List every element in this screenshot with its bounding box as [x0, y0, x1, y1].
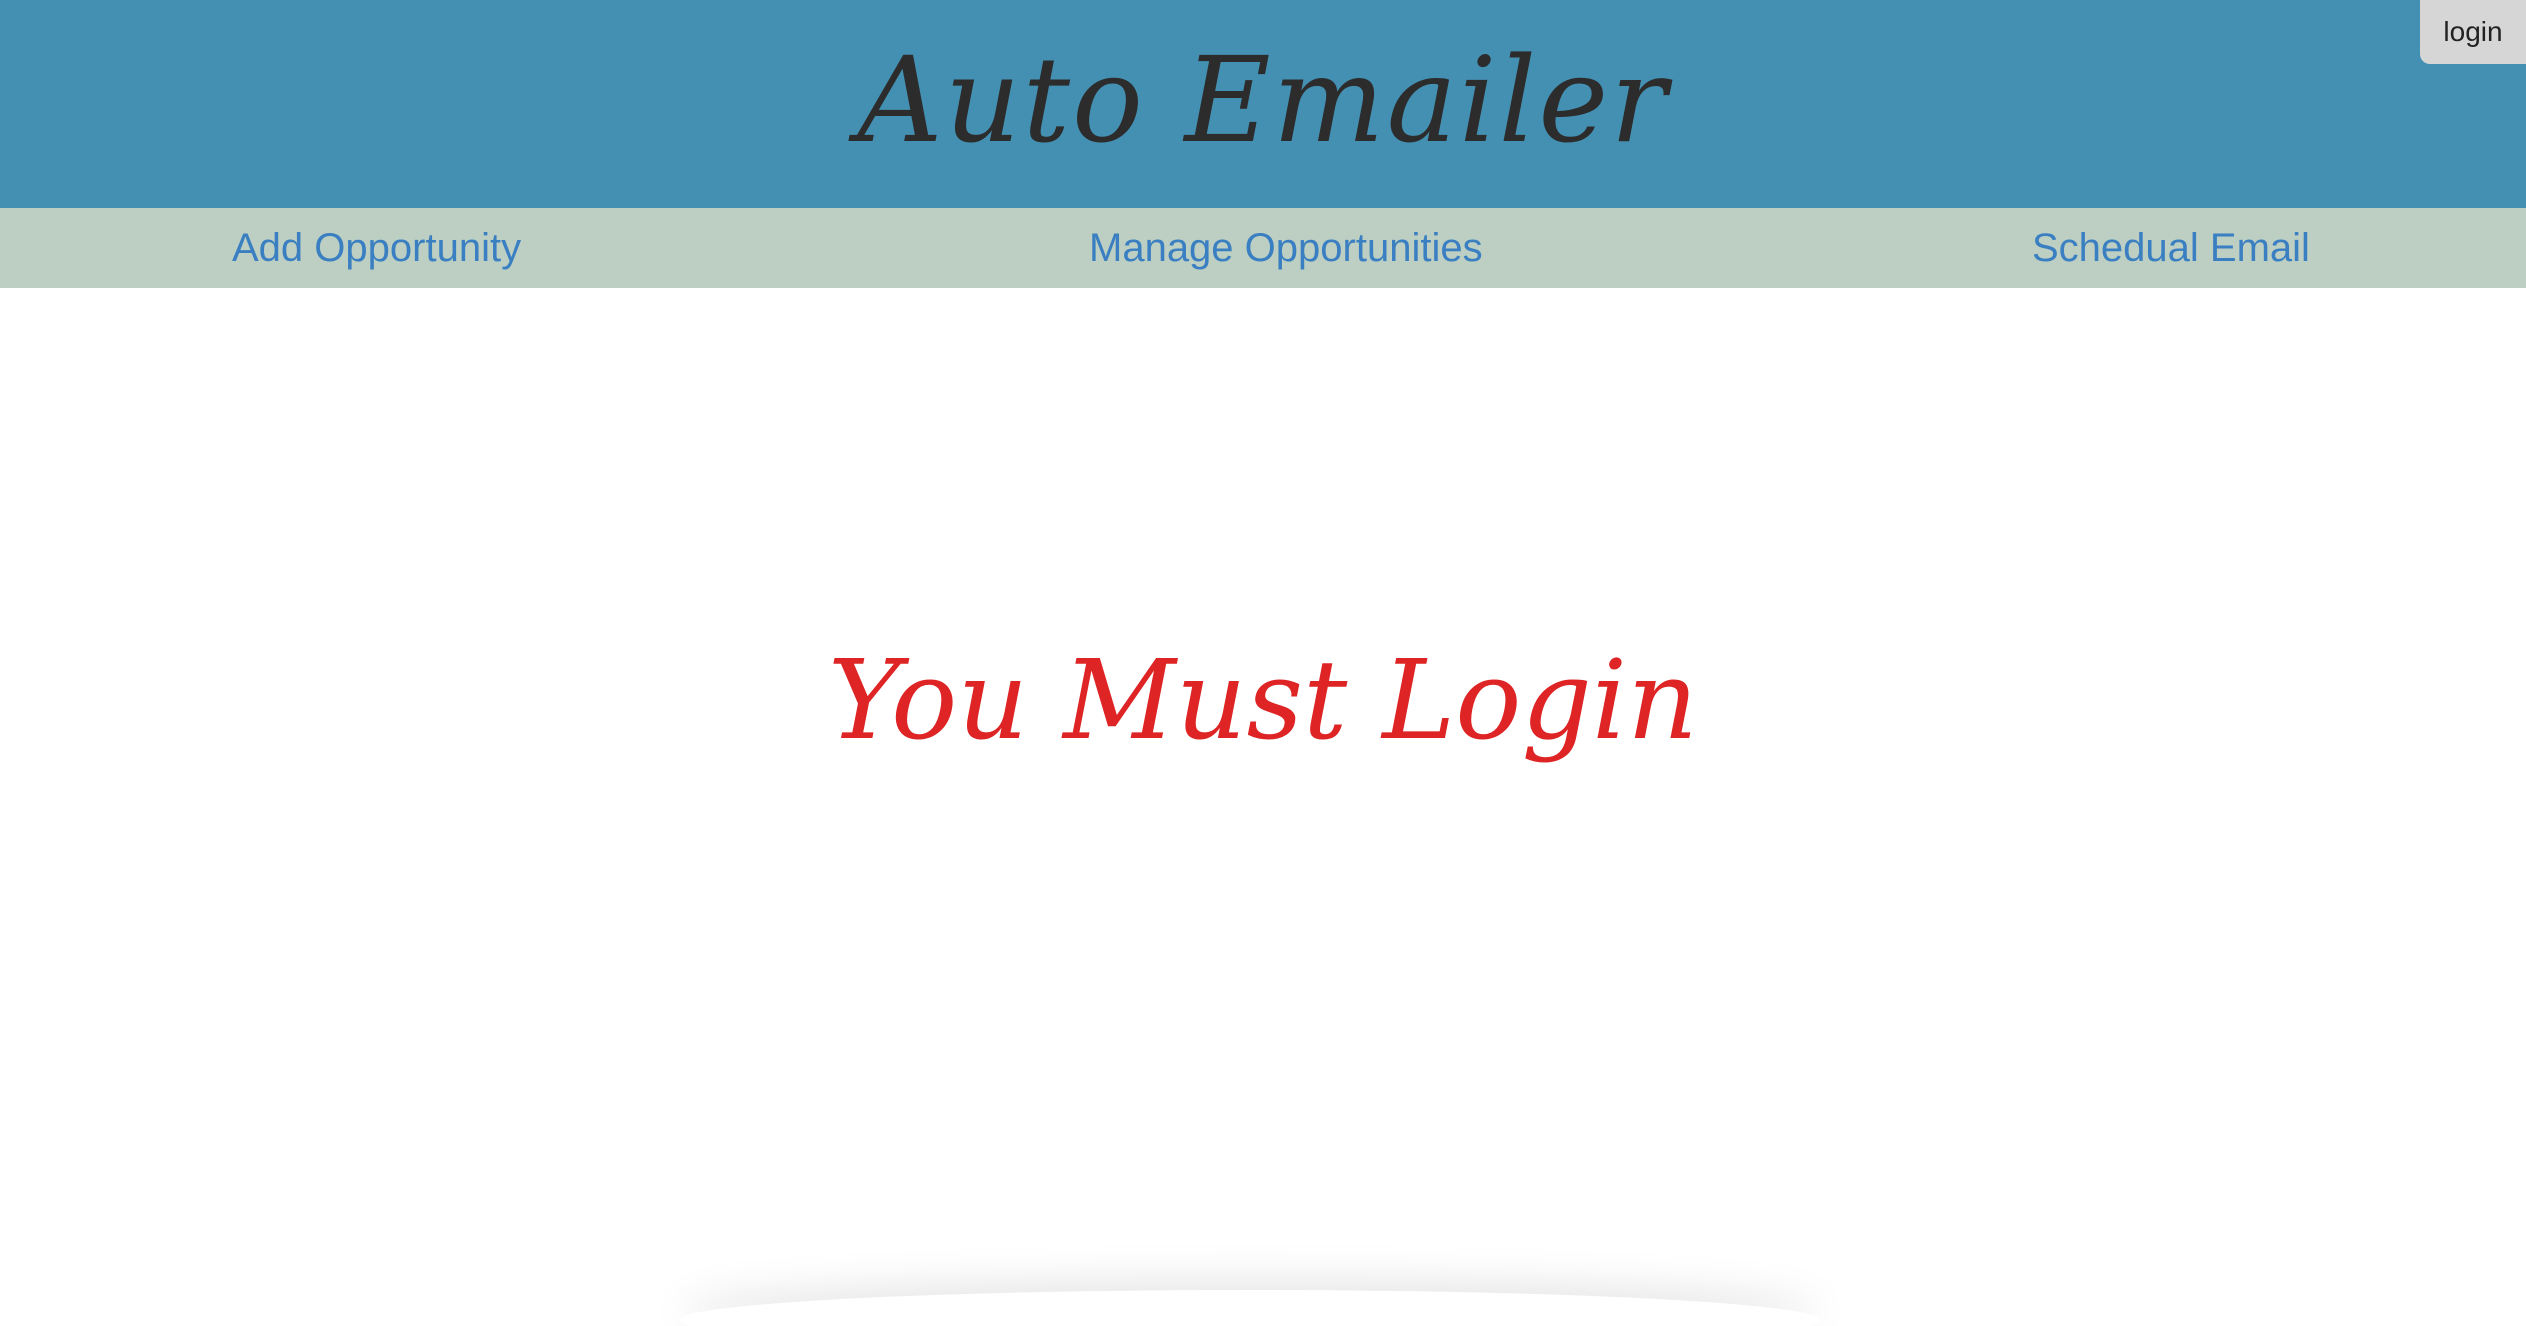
- bottom-shadow: [680, 1290, 1820, 1326]
- login-button[interactable]: login: [2420, 0, 2526, 64]
- app-title: Auto Emailer: [857, 31, 1669, 169]
- page: Auto Emailer login Add Opportunity Manag…: [0, 0, 2526, 1326]
- nav-bar: Add Opportunity Manage Opportunities Sch…: [0, 208, 2526, 288]
- login-required-message: You Must Login: [828, 636, 1698, 764]
- nav-link-add-opportunity[interactable]: Add Opportunity: [232, 208, 521, 288]
- nav-link-manage-opportunities[interactable]: Manage Opportunities: [1089, 208, 1483, 288]
- nav-link-schedual-email[interactable]: Schedual Email: [2032, 208, 2310, 288]
- app-header: Auto Emailer login: [0, 0, 2526, 208]
